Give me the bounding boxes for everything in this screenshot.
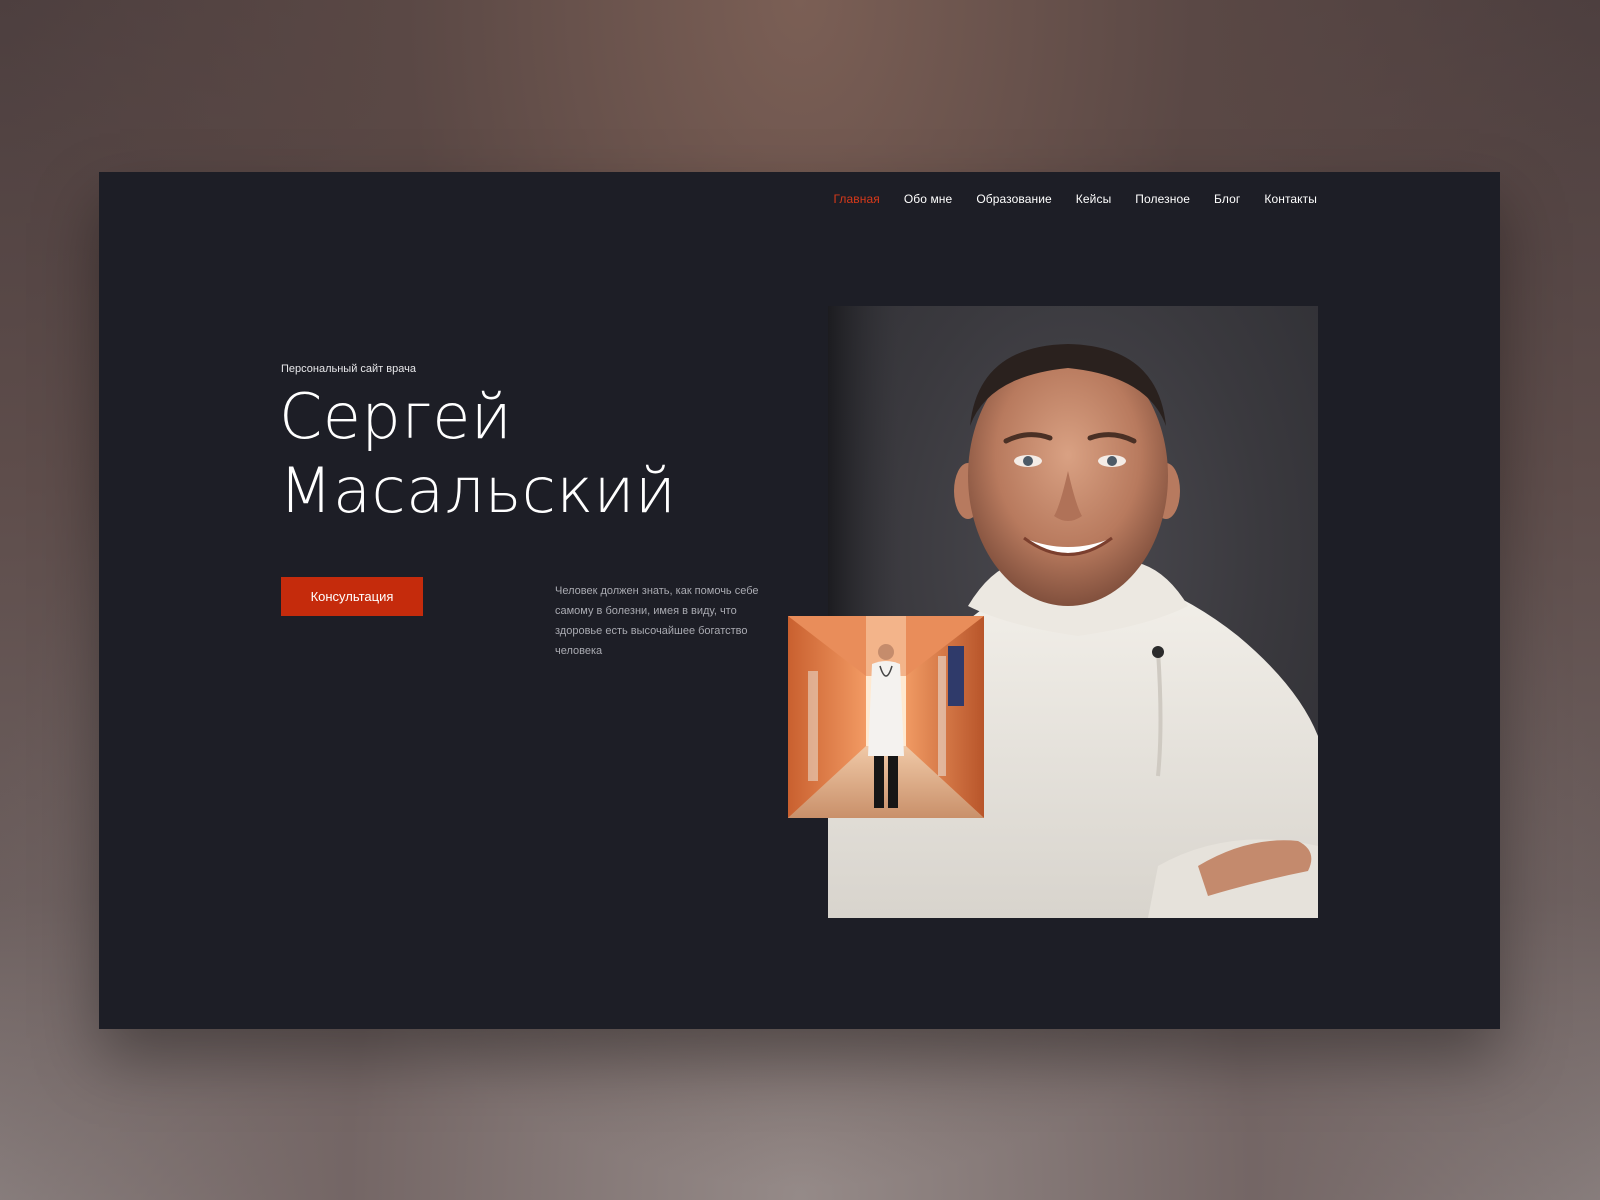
nav-item-blog[interactable]: Блог: [1214, 192, 1240, 206]
nav-item-cases[interactable]: Кейсы: [1076, 192, 1112, 206]
nav-item-education[interactable]: Образование: [976, 192, 1051, 206]
site-frame: Главная Обо мне Образование Кейсы Полезн…: [99, 172, 1500, 1029]
portrait-illustration: [828, 306, 1318, 918]
doctor-corridor-image: [788, 616, 984, 818]
hero-title: Сергей Масальский: [279, 380, 676, 528]
nav-item-about[interactable]: Обо мне: [904, 192, 952, 206]
nav-item-home[interactable]: Главная: [833, 192, 879, 206]
corridor-illustration: [788, 616, 984, 818]
main-nav: Главная Обо мне Образование Кейсы Полезн…: [833, 192, 1317, 206]
hero-kicker: Персональный сайт врача: [281, 363, 416, 375]
nav-item-useful[interactable]: Полезное: [1135, 192, 1190, 206]
nav-item-contacts[interactable]: Контакты: [1264, 192, 1317, 206]
hero-last-name: Масальский: [279, 454, 677, 527]
hero-quote: Человек должен знать, как помочь себе са…: [555, 585, 759, 657]
consultation-button[interactable]: Консультация: [281, 577, 423, 616]
doctor-portrait-image: [828, 306, 1318, 918]
hero-first-name: Сергей: [279, 380, 513, 453]
